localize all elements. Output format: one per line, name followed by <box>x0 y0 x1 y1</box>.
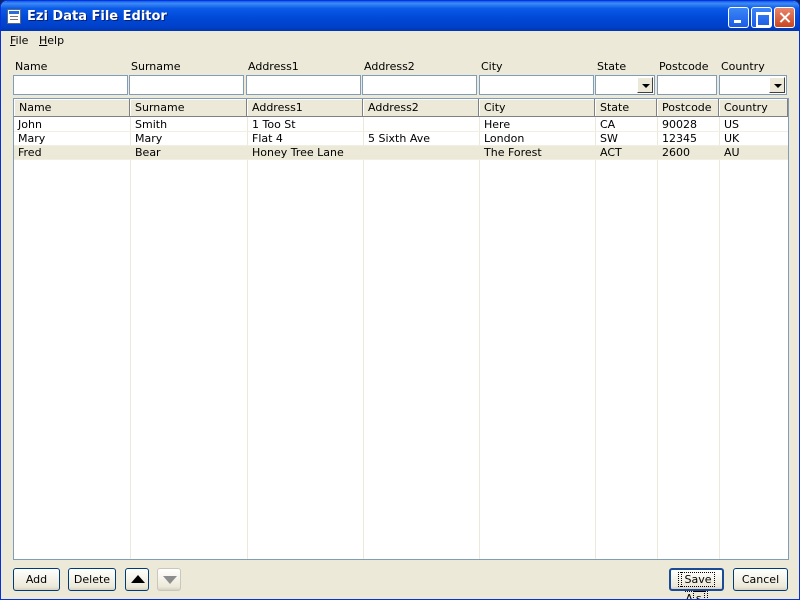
menu-file-label: ile <box>15 34 29 47</box>
save-as-button[interactable]: Save As <box>669 568 724 599</box>
cell-address1: Honey Tree Lane <box>252 146 344 159</box>
column-header-country[interactable]: Country <box>719 99 788 117</box>
column-divider <box>247 117 248 559</box>
save-as-accel: A <box>685 592 693 600</box>
column-header-state[interactable]: State <box>595 99 657 117</box>
column-divider <box>479 117 480 559</box>
maximize-button[interactable] <box>751 7 772 28</box>
cell-surname: Bear <box>135 146 161 159</box>
column-header-name[interactable]: Name <box>14 99 130 117</box>
close-button[interactable] <box>774 7 795 28</box>
column-divider <box>657 117 658 559</box>
filter-postcode-label: Postcode <box>659 60 709 73</box>
column-header-address1[interactable]: Address1 <box>247 99 363 117</box>
cell-city: London <box>484 132 525 145</box>
cell-postcode: 12345 <box>662 132 697 145</box>
menu-help[interactable]: Help <box>39 34 64 47</box>
cell-surname: Smith <box>135 118 168 131</box>
filter-name-input[interactable] <box>13 75 128 95</box>
cell-state: ACT <box>600 146 622 159</box>
move-down-icon <box>163 576 177 584</box>
chevron-down-icon[interactable] <box>769 77 785 93</box>
filter-surname-label: Surname <box>131 60 181 73</box>
menu-file[interactable]: File <box>10 34 28 47</box>
cell-name: Mary <box>18 132 46 145</box>
cell-country: UK <box>724 132 740 145</box>
table-row[interactable]: John Smith 1 Too St Here CA 90028 US <box>14 118 788 132</box>
title-bar[interactable]: Ezi Data File Editor <box>1 1 799 31</box>
grid-header: Name Surname Address1 Address2 City Stat… <box>14 99 788 117</box>
cell-country: AU <box>724 146 740 159</box>
cell-address2 <box>364 118 368 132</box>
filter-address2-input[interactable] <box>362 75 477 95</box>
cancel-button[interactable]: Cancel <box>733 568 788 591</box>
cell-postcode: 90028 <box>662 118 697 131</box>
app-icon[interactable] <box>7 9 21 24</box>
column-divider <box>719 117 720 559</box>
app-window: Ezi Data File Editor File Help Name Surn… <box>0 0 800 600</box>
cell-surname: Mary <box>135 132 163 145</box>
add-button[interactable]: Add <box>13 568 60 591</box>
filter-address2-label: Address2 <box>364 60 415 73</box>
delete-button[interactable]: Delete <box>68 568 116 591</box>
menu-bar: File Help <box>2 31 798 51</box>
filter-address1-label: Address1 <box>248 60 299 73</box>
column-divider <box>363 117 364 559</box>
filter-state-select[interactable] <box>595 75 655 95</box>
move-up-icon <box>131 575 145 583</box>
move-down-button[interactable] <box>157 568 181 591</box>
filter-city-label: City <box>481 60 503 73</box>
cell-address2: 5 Sixth Ave <box>368 132 430 145</box>
cell-state: CA <box>600 118 616 131</box>
filter-state-label: State <box>597 60 627 73</box>
cell-name: John <box>18 118 42 131</box>
cell-address1: Flat 4 <box>252 132 283 145</box>
cell-state: SW <box>600 132 618 145</box>
minimize-button[interactable] <box>728 7 749 28</box>
filter-name-label: Name <box>15 60 48 73</box>
table-row-selected[interactable]: Fred Bear Honey Tree Lane The Forest ACT… <box>14 146 788 160</box>
save-as-text-2: s <box>692 591 705 599</box>
cell-postcode: 2600 <box>662 146 690 159</box>
chevron-down-icon[interactable] <box>637 77 653 93</box>
column-header-surname[interactable]: Surname <box>130 99 247 117</box>
cell-address1: 1 Too St <box>252 118 296 131</box>
filter-address1-input[interactable] <box>246 75 361 95</box>
filter-postcode-input[interactable] <box>657 75 717 95</box>
menu-help-label: elp <box>47 34 65 47</box>
filter-country-label: Country <box>721 60 765 73</box>
filter-country-select[interactable] <box>719 75 787 95</box>
cell-country: US <box>724 118 740 131</box>
cell-city: Here <box>484 118 511 131</box>
table-row[interactable]: Mary Mary Flat 4 5 Sixth Ave London SW 1… <box>14 132 788 146</box>
save-as-text-1: Save <box>681 572 715 587</box>
filter-surname-input[interactable] <box>129 75 244 95</box>
column-divider <box>595 117 596 559</box>
data-grid[interactable]: Name Surname Address1 Address2 City Stat… <box>13 98 789 560</box>
cell-name: Fred <box>18 146 42 159</box>
column-header-address2[interactable]: Address2 <box>363 99 479 117</box>
filter-city-input[interactable] <box>479 75 594 95</box>
window-title: Ezi Data File Editor <box>27 9 167 24</box>
cell-city: The Forest <box>484 146 542 159</box>
column-header-city[interactable]: City <box>479 99 595 117</box>
cell-address2 <box>364 146 368 160</box>
save-as-label: Save As <box>678 572 715 600</box>
move-up-button[interactable] <box>125 568 149 591</box>
column-divider <box>130 117 131 559</box>
column-header-postcode[interactable]: Postcode <box>657 99 719 117</box>
